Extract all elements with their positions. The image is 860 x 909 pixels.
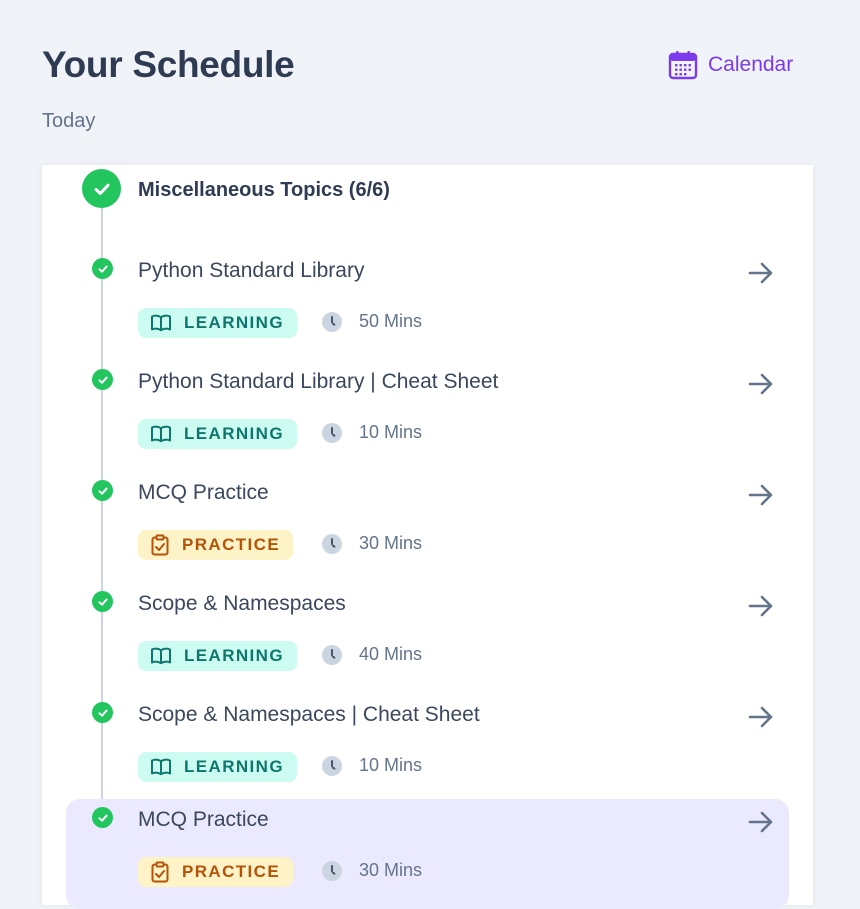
clipboard-check-icon xyxy=(150,861,170,883)
check-circle-icon xyxy=(92,591,113,612)
book-icon xyxy=(150,424,172,444)
calendar-label: Calendar xyxy=(708,53,794,76)
learning-badge: LEARNING xyxy=(138,308,297,338)
badge-label: LEARNING xyxy=(184,424,284,443)
practice-badge: PRACTICE xyxy=(138,857,294,887)
arrow-right-icon[interactable] xyxy=(746,480,776,515)
learning-badge: LEARNING xyxy=(138,419,297,449)
arrow-right-icon[interactable] xyxy=(746,807,776,842)
duration: 50 Mins xyxy=(322,311,422,332)
item-title: MCQ Practice xyxy=(138,808,269,831)
book-icon xyxy=(150,757,172,777)
item-title: Scope & Namespaces | Cheat Sheet xyxy=(138,703,480,726)
duration: 40 Mins xyxy=(322,644,422,665)
clipboard-check-icon xyxy=(150,534,170,556)
group-title: Miscellaneous Topics (6/6) xyxy=(138,179,390,201)
duration-text: 10 Mins xyxy=(359,422,423,442)
clock-icon xyxy=(322,533,342,554)
schedule-item[interactable]: Python Standard Library LEARNING 50 Mins xyxy=(66,250,789,350)
item-title: Scope & Namespaces xyxy=(138,592,346,615)
duration-text: 10 Mins xyxy=(359,755,423,775)
schedule-item[interactable]: Python Standard Library | Cheat Sheet LEA… xyxy=(66,361,789,461)
duration: 10 Mins xyxy=(322,422,422,443)
badge-label: PRACTICE xyxy=(182,535,281,554)
arrow-right-icon[interactable] xyxy=(746,591,776,626)
check-circle-icon xyxy=(92,369,113,390)
learning-badge: LEARNING xyxy=(138,641,297,671)
duration-text: 40 Mins xyxy=(359,644,423,664)
clock-icon xyxy=(322,860,342,881)
item-title: MCQ Practice xyxy=(138,481,269,504)
learning-badge: LEARNING xyxy=(138,752,297,782)
check-circle-icon xyxy=(92,480,113,501)
clock-icon xyxy=(322,755,342,776)
clock-icon xyxy=(322,644,342,665)
duration-text: 30 Mins xyxy=(359,860,423,880)
schedule-card: Miscellaneous Topics (6/6) Python Standa… xyxy=(42,165,813,909)
schedule-item[interactable]: Scope & Namespaces | Cheat Sheet LEARNING… xyxy=(66,694,789,794)
clock-icon xyxy=(322,422,342,443)
arrow-right-icon[interactable] xyxy=(746,258,776,293)
duration: 10 Mins xyxy=(322,755,422,776)
check-circle-icon xyxy=(92,258,113,279)
badge-label: LEARNING xyxy=(184,313,284,332)
schedule-item[interactable]: MCQ Practice PRACTICE 30 Mins xyxy=(66,799,789,909)
check-circle-icon xyxy=(92,702,113,723)
check-circle-icon xyxy=(82,169,121,208)
schedule-item[interactable]: MCQ Practice PRACTICE 30 Mins xyxy=(66,472,789,572)
arrow-right-icon[interactable] xyxy=(746,702,776,737)
duration-text: 30 Mins xyxy=(359,533,423,553)
group-header: Miscellaneous Topics (6/6) xyxy=(82,169,390,208)
book-icon xyxy=(150,313,172,333)
date-section-label: Today xyxy=(42,110,96,132)
badge-label: PRACTICE xyxy=(182,862,281,881)
item-title: Python Standard Library xyxy=(138,259,365,282)
duration-text: 50 Mins xyxy=(359,311,423,331)
clock-icon xyxy=(322,311,342,332)
item-title: Python Standard Library | Cheat Sheet xyxy=(138,370,499,393)
schedule-item[interactable]: Scope & Namespaces LEARNING 40 Mins xyxy=(66,583,789,683)
check-circle-icon xyxy=(92,807,113,828)
calendar-icon xyxy=(668,50,698,80)
book-icon xyxy=(150,646,172,666)
calendar-button[interactable]: Calendar xyxy=(668,50,793,80)
duration: 30 Mins xyxy=(322,533,422,554)
arrow-right-icon[interactable] xyxy=(746,369,776,404)
badge-label: LEARNING xyxy=(184,757,284,776)
practice-badge: PRACTICE xyxy=(138,530,294,560)
duration: 30 Mins xyxy=(322,860,422,881)
page-title: Your Schedule xyxy=(42,44,295,85)
badge-label: LEARNING xyxy=(184,646,284,665)
